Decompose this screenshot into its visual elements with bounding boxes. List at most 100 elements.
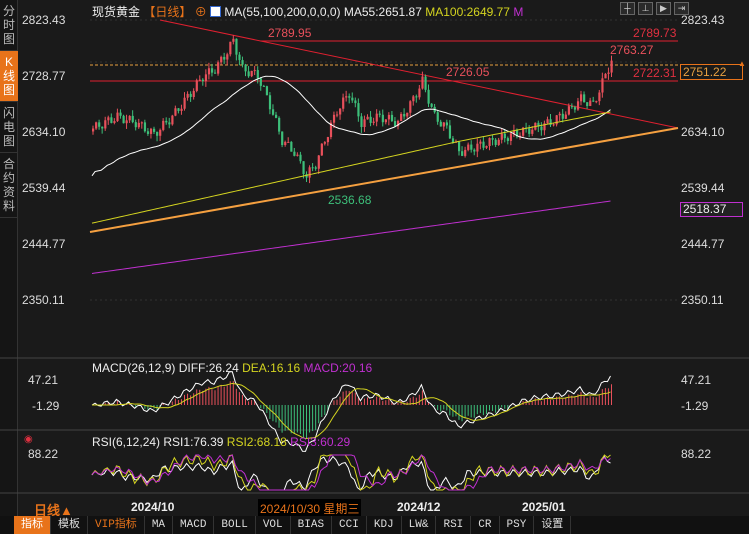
candle-body bbox=[128, 115, 131, 121]
candle-body bbox=[351, 97, 354, 101]
candle-body bbox=[400, 113, 403, 121]
tab-template[interactable]: 模板 bbox=[51, 516, 88, 534]
candle-body bbox=[332, 114, 336, 123]
candle-body bbox=[183, 97, 186, 109]
candle-body bbox=[576, 101, 580, 110]
tab-kdj[interactable]: KDJ bbox=[367, 516, 402, 534]
chart-toolbar: ┼ ⊥ ▶ ⇥ bbox=[620, 2, 689, 15]
candle-body bbox=[201, 79, 204, 82]
candle-body bbox=[186, 93, 189, 98]
candle-body bbox=[552, 124, 555, 126]
candle-body bbox=[104, 120, 107, 129]
candle-body bbox=[259, 78, 262, 86]
tab-psy[interactable]: PSY bbox=[500, 516, 535, 534]
current-price-badge: 2751.22 bbox=[680, 64, 743, 80]
candle-body bbox=[345, 96, 348, 98]
candle-body bbox=[192, 90, 195, 97]
uptrend-line bbox=[89, 127, 679, 233]
macd-dea: DEA:16.16 bbox=[242, 361, 301, 375]
candle-body bbox=[247, 71, 250, 77]
candle-body bbox=[244, 64, 247, 72]
rsi-axis-top: 88.22 bbox=[681, 447, 712, 461]
macd-axis-top: 47.21 bbox=[681, 373, 712, 387]
tab-vol[interactable]: VOL bbox=[256, 516, 291, 534]
candle-body bbox=[366, 116, 369, 120]
candle-body bbox=[278, 117, 281, 132]
candle-body bbox=[387, 114, 391, 120]
candle-body bbox=[418, 88, 421, 98]
candle-body bbox=[375, 113, 378, 122]
candle-body bbox=[573, 107, 577, 110]
candle-body bbox=[125, 120, 128, 124]
macd-diff: DIFF:26.24 bbox=[178, 361, 239, 375]
candle-body bbox=[238, 54, 241, 61]
candle-body bbox=[390, 114, 394, 122]
candle-body bbox=[217, 62, 220, 74]
indicator-tabs: 指标 模板 VIP指标 MA MACD BOLL VOL BIAS CCI KD… bbox=[0, 516, 749, 534]
support-line-label: 2722.31 bbox=[633, 66, 677, 80]
candle-body bbox=[287, 141, 290, 143]
candle-body bbox=[195, 80, 198, 91]
macd-left-top: 47.21 bbox=[28, 373, 59, 387]
rsi3-line bbox=[91, 454, 611, 491]
candle-body bbox=[174, 108, 177, 116]
left-axis-label: 2823.43 bbox=[22, 13, 66, 27]
candle-body bbox=[98, 122, 101, 127]
candle-body bbox=[442, 122, 445, 127]
tab-settings[interactable]: 设置 bbox=[534, 516, 572, 534]
candle-body bbox=[320, 143, 323, 156]
candle-body bbox=[204, 74, 208, 82]
ma-label: MA(55,100,200,0,0,0) bbox=[224, 5, 341, 19]
right-axis-label: 2539.44 bbox=[681, 181, 725, 195]
play-icon[interactable]: ▶ bbox=[656, 2, 671, 15]
tab-cci[interactable]: CCI bbox=[332, 516, 367, 534]
candle-body bbox=[531, 129, 534, 134]
candle-body bbox=[122, 115, 125, 124]
candle-body bbox=[241, 60, 244, 65]
ma200-line bbox=[91, 200, 611, 274]
tab-rsi[interactable]: RSI bbox=[436, 516, 472, 534]
settings-icon[interactable]: ⊕ bbox=[195, 5, 207, 19]
indicator-icon[interactable] bbox=[210, 6, 222, 17]
time-label: 2024/10 bbox=[131, 500, 175, 514]
candle-body bbox=[488, 138, 491, 147]
candle-body bbox=[601, 78, 604, 93]
candle-body bbox=[485, 146, 488, 148]
chart-header: 现货黄金 【日线】 ⊕ MA(55,100,200,0,0,0) MA55:26… bbox=[92, 3, 523, 20]
tab-bias[interactable]: BIAS bbox=[291, 516, 333, 534]
candle-body bbox=[503, 133, 506, 139]
candle-body bbox=[314, 167, 317, 169]
candle-body bbox=[354, 100, 357, 104]
candle-body bbox=[146, 131, 150, 134]
right-axis-label: 2823.43 bbox=[681, 13, 725, 27]
candle-body bbox=[113, 121, 116, 123]
tab-lw[interactable]: LW& bbox=[402, 516, 437, 534]
candle-body bbox=[262, 85, 265, 87]
candle-body bbox=[116, 112, 119, 122]
tab-boll[interactable]: BOLL bbox=[214, 516, 256, 534]
alarm-icon[interactable]: ◉ bbox=[24, 434, 33, 445]
candle-body bbox=[342, 97, 345, 109]
crosshair-icon[interactable]: ┼ bbox=[620, 2, 635, 15]
rsi3-value: RSI3:60.29 bbox=[290, 435, 351, 449]
candle-body bbox=[436, 112, 439, 122]
candle-body bbox=[409, 101, 412, 113]
high-annotation: 2789.95 bbox=[268, 26, 312, 40]
tab-cr[interactable]: CR bbox=[471, 516, 500, 534]
candle-body bbox=[198, 79, 201, 81]
candle-body bbox=[564, 114, 567, 119]
candle-body bbox=[165, 120, 168, 123]
tab-macd[interactable]: MACD bbox=[173, 516, 215, 534]
tab-indicator[interactable]: 指标 bbox=[14, 516, 51, 534]
tab-ma[interactable]: MA bbox=[145, 516, 174, 534]
candle-body bbox=[293, 151, 296, 156]
candle-body bbox=[528, 128, 531, 134]
candle-body bbox=[586, 102, 589, 107]
period-label[interactable]: 【日线】 bbox=[143, 5, 191, 19]
tab-vip-indicator[interactable]: VIP指标 bbox=[88, 516, 145, 534]
candle-body bbox=[461, 151, 464, 156]
ma55-value: MA55:2651.87 bbox=[343, 5, 422, 19]
rsi-left-top: 88.22 bbox=[28, 447, 59, 461]
zoom-in-icon[interactable]: ⊥ bbox=[638, 2, 653, 15]
candle-body bbox=[159, 129, 162, 136]
